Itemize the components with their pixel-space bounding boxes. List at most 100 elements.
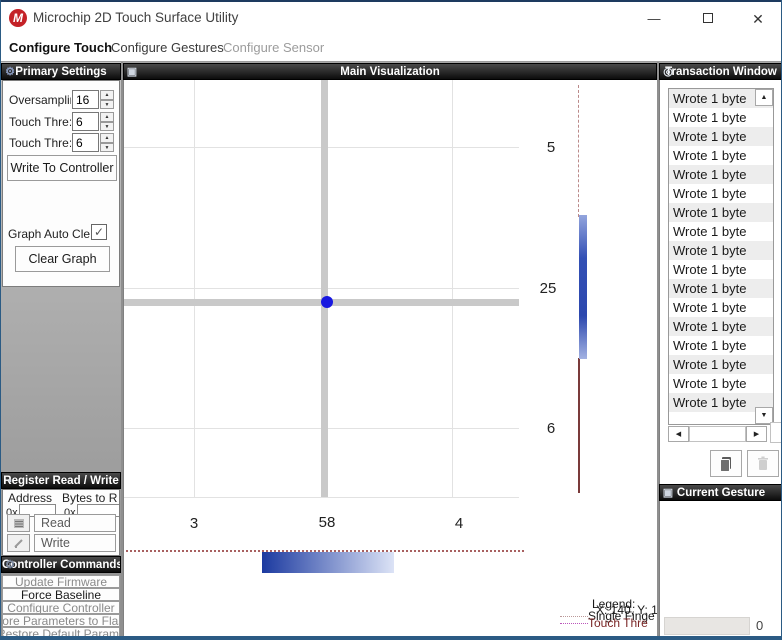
window-bottom-border [1, 636, 782, 640]
document-icon [719, 456, 733, 472]
horizontal-scrollbar-track[interactable] [689, 426, 746, 442]
address-label: Address [8, 491, 52, 505]
y-signal-bar [579, 215, 587, 359]
x-axis-label: 3 [184, 515, 204, 532]
plot-bottom-edge [124, 497, 519, 498]
trash-icon [757, 456, 769, 471]
up-arrow-icon[interactable]: ▲ [100, 133, 114, 143]
store-parameters-button[interactable]: Store Parameters to Flash [2, 614, 120, 627]
primary-settings-panel: Oversamplin ▲▼ Touch Thre: ▲▼ Touch Thre… [2, 80, 120, 287]
down-arrow-icon[interactable]: ▼ [100, 122, 114, 132]
list-icon [13, 518, 25, 529]
graph-auto-clear-label: Graph Auto Cle [8, 227, 90, 241]
gear-icon: ⚙ [4, 66, 16, 78]
transaction-window-panel: Wrote 1 byteWrote 1 byteWrote 1 byteWrot… [659, 80, 782, 484]
gesture-progress-box [664, 617, 750, 635]
maximize-icon [703, 13, 713, 23]
window-icon: ▪ [4, 475, 16, 487]
y-profile-line [578, 358, 580, 493]
list-item[interactable]: Wrote 1 byte [669, 355, 773, 374]
clear-log-button[interactable] [747, 450, 779, 477]
force-baseline-button[interactable]: Force Baseline [2, 588, 120, 601]
touch-threshold-input-2[interactable] [72, 133, 99, 152]
visualization-plot-area[interactable]: 5 25 6 3 58 4 Legend: X: 140, Y: 1 Singl… [123, 80, 657, 636]
minimize-button[interactable]: — [639, 8, 669, 30]
list-item[interactable]: Wrote 1 byte [669, 317, 773, 336]
x-axis-label: 58 [313, 514, 341, 531]
toolbar: Configure Touch Configure Gestures Confi… [1, 32, 782, 62]
close-button[interactable]: ✕ [743, 8, 773, 30]
y-axis-label: 6 [541, 420, 561, 437]
title-bar: M Microchip 2D Touch Surface Utility — ✕ [1, 2, 782, 32]
list-item[interactable]: Wrote 1 byte [669, 146, 773, 165]
down-arrow-icon[interactable]: ▼ [100, 100, 114, 110]
write-button[interactable]: Write [34, 534, 116, 552]
write-icon-button[interactable] [7, 534, 30, 552]
oversampling-input[interactable] [72, 90, 99, 109]
right-panel-column: ◎ Transaction Window Wrote 1 byteWrote 1… [659, 62, 782, 636]
maximize-button[interactable] [693, 8, 723, 30]
register-read-write-header: ▪ Register Read / Write [1, 472, 121, 489]
update-firmware-button[interactable]: Update Firmware [2, 575, 120, 588]
read-icon-button[interactable] [7, 514, 30, 532]
list-item[interactable]: Wrote 1 byte [669, 203, 773, 222]
list-item[interactable]: Wrote 1 byte [669, 279, 773, 298]
legend-swatch-single-finger [560, 616, 588, 617]
left-panel-column: ⚙ Primary Settings Oversamplin ▲▼ Touch … [1, 62, 121, 636]
touch-threshold-stepper-2[interactable]: ▲▼ [100, 133, 114, 152]
oversampling-label: Oversamplin [9, 93, 71, 107]
x-signal-bar [262, 552, 394, 573]
write-to-controller-button[interactable]: Write To Controller [7, 155, 117, 181]
y-axis-label: 25 [534, 280, 562, 297]
list-item[interactable]: Wrote 1 byte [669, 222, 773, 241]
oversampling-stepper[interactable]: ▲▼ [100, 90, 114, 109]
pencil-icon [13, 538, 25, 549]
clear-graph-button[interactable]: Clear Graph [15, 246, 110, 272]
crosshair-vertical [321, 80, 328, 497]
list-item[interactable]: Wrote 1 byte [669, 184, 773, 203]
x-axis-label: 4 [449, 515, 469, 532]
gesture-window-icon: ▣ [662, 487, 674, 499]
list-item[interactable]: Wrote 1 byte [669, 298, 773, 317]
tab-configure-sensor[interactable]: Configure Sensor [223, 40, 324, 55]
graph-auto-clear-checkbox[interactable]: ✓ [91, 224, 107, 240]
scroll-up-icon[interactable]: ▲ [755, 89, 773, 106]
transaction-list[interactable]: Wrote 1 byteWrote 1 byteWrote 1 byteWrot… [668, 88, 774, 425]
scrollbar-corner [770, 422, 782, 443]
controller-commands-panel: Update Firmware Force Baseline Configure… [2, 574, 120, 636]
copy-log-button[interactable] [710, 450, 742, 477]
window-title: Microchip 2D Touch Surface Utility [33, 10, 238, 25]
tab-configure-touch[interactable]: Configure Touch [9, 40, 112, 55]
read-button[interactable]: Read [34, 514, 116, 532]
microchip-logo-icon: M [9, 9, 27, 27]
chart-window-icon: ▣ [126, 66, 138, 78]
app-window: M Microchip 2D Touch Surface Utility — ✕… [0, 0, 782, 640]
up-arrow-icon[interactable]: ▲ [100, 90, 114, 100]
list-item[interactable]: Wrote 1 byte [669, 241, 773, 260]
touch-threshold-label-2: Touch Thre: [9, 136, 71, 150]
y-axis-label: 5 [541, 139, 561, 156]
up-arrow-icon[interactable]: ▲ [100, 112, 114, 122]
touch-threshold-input-1[interactable] [72, 112, 99, 131]
list-item[interactable]: Wrote 1 byte [669, 108, 773, 127]
list-item[interactable]: Wrote 1 byte [669, 336, 773, 355]
main-visualization-column: ▣ Main Visualization 5 25 6 3 58 4 Lege [123, 62, 657, 636]
legend-series-label: Touch Thre [588, 617, 648, 629]
current-gesture-header: ▣ Current Gesture [659, 484, 782, 501]
scroll-right-icon[interactable]: ▶ [746, 426, 767, 442]
gear-icon: ⚙ [4, 559, 16, 571]
bytes-to-read-label: Bytes to R [62, 491, 117, 505]
main-visualization-header: ▣ Main Visualization [123, 63, 657, 80]
list-item[interactable]: Wrote 1 byte [669, 260, 773, 279]
touch-threshold-stepper-1[interactable]: ▲▼ [100, 112, 114, 131]
list-item[interactable]: Wrote 1 byte [669, 165, 773, 184]
down-arrow-icon[interactable]: ▼ [100, 143, 114, 153]
scroll-left-icon[interactable]: ◀ [668, 426, 689, 442]
tab-configure-gestures[interactable]: Configure Gestures [111, 40, 224, 55]
list-item[interactable]: Wrote 1 byte [669, 374, 773, 393]
configure-controller-button[interactable]: Configure Controller [2, 601, 120, 614]
register-read-write-panel: Address Bytes to R 0x 0x Read Write [2, 489, 120, 556]
restore-defaults-button[interactable]: Restore Default Params [2, 627, 120, 636]
primary-settings-header: ⚙ Primary Settings [1, 63, 121, 80]
list-item[interactable]: Wrote 1 byte [669, 127, 773, 146]
